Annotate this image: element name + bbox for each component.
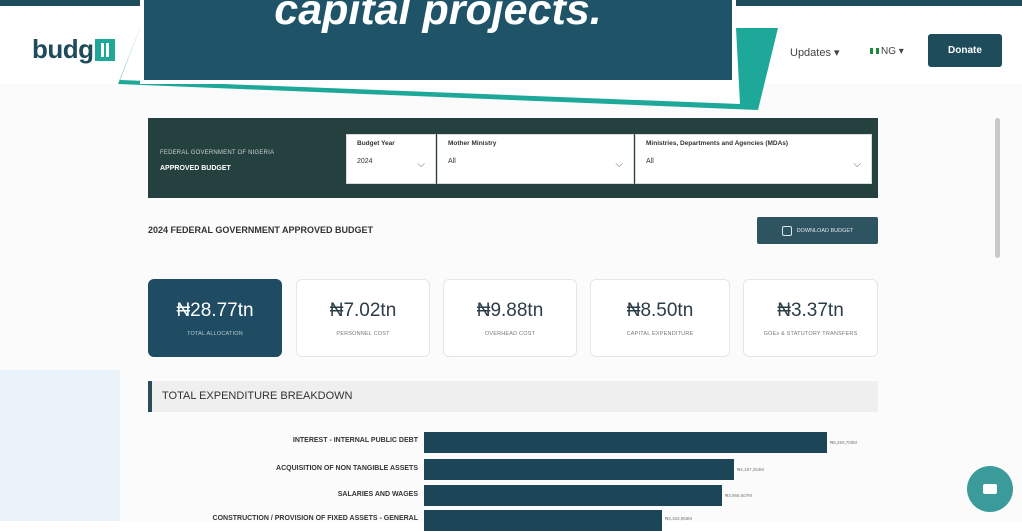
budget-year-label: Budget Year [357, 140, 395, 147]
banner-caption: capital projects. [274, 0, 602, 34]
budget-year-select[interactable]: Budget Year 2024 ⌵ [346, 134, 436, 184]
chevron-down-icon: ⌵ [853, 159, 861, 170]
breakdown-row-label: ACQUISITION OF NON TANGIBLE ASSETS [276, 465, 418, 472]
download-icon [781, 225, 792, 236]
breakdown-bar[interactable] [424, 459, 734, 480]
page-title: 2024 FEDERAL GOVERNMENT APPROVED BUDGET [148, 225, 374, 235]
nav-item-updates[interactable]: Updates ▾ [790, 46, 840, 59]
chevron-down-icon: ⌵ [417, 159, 425, 170]
mother-ministry-label: Mother Ministry [448, 140, 497, 147]
breakdown-bar-value: ₦3,183,956M [665, 516, 693, 521]
budget-filter-bar: FEDERAL GOVERNMENT OF NIGERIA APPROVED B… [148, 118, 878, 198]
filter-heading-government: FEDERAL GOVERNMENT OF NIGERIA [160, 150, 275, 156]
mdas-value: All [646, 158, 654, 165]
stat-amount: ₦28.77tn [176, 300, 254, 321]
download-budget-button[interactable]: DOWNLOAD BUDGET [757, 217, 878, 244]
breakdown-row-label: SALARIES AND WAGES [337, 491, 418, 498]
breakdown-title: TOTAL EXPENDITURE BREAKDOWN [162, 390, 353, 402]
stat-card-overhead-cost[interactable]: ₦9.88tn OVERHEAD COST [443, 279, 577, 357]
mother-ministry-select[interactable]: Mother Ministry All ⌵ [437, 134, 634, 184]
stat-card-goes-transfers[interactable]: ₦3.37tn GOEs & STATUTORY TRANSFERS [743, 279, 878, 357]
download-budget-label: DOWNLOAD BUDGET [796, 227, 854, 234]
stat-caption: CAPITAL EXPENDITURE [626, 331, 694, 337]
stat-caption: TOTAL ALLOCATION [187, 331, 243, 337]
mother-ministry-value: All [448, 158, 456, 165]
stat-caption: OVERHEAD COST [484, 331, 536, 337]
breakdown-bar-value: ₦4,187,253M [737, 467, 765, 472]
breakdown-bar-value: ₦5,293,700M [830, 440, 858, 445]
stat-amount: ₦8.50tn [626, 300, 694, 321]
stat-caption: GOEs & STATUTORY TRANSFERS [763, 331, 858, 337]
stat-caption: PERSONNEL COST [336, 331, 390, 337]
chevron-down-icon: ⌵ [615, 159, 623, 170]
stat-amount: ₦7.02tn [329, 300, 397, 321]
stat-card-capital-expenditure[interactable]: ₦8.50tn CAPITAL EXPENDITURE [590, 279, 730, 357]
breakdown-header: TOTAL EXPENDITURE BREAKDOWN [148, 381, 878, 412]
logo-mark-icon [94, 39, 115, 61]
country-label: NG ▾ [881, 46, 904, 57]
logo-text: budg [32, 34, 94, 64]
stat-amount: ₦9.88tn [476, 300, 544, 321]
chat-button[interactable] [967, 466, 1013, 512]
country-selector[interactable]: NG ▾ [870, 46, 904, 57]
mdas-label: Ministries, Departments and Agencies (MD… [646, 140, 789, 147]
speech-banner: capital projects. [140, 0, 736, 84]
filter-heading-approved: APPROVED BUDGET [160, 165, 231, 172]
donate-button[interactable]: Donate [928, 34, 1002, 67]
breakdown-bar-value: ₦3,966,607M [725, 493, 753, 498]
breakdown-row-label: INTEREST - INTERNAL PUBLIC DEBT [292, 437, 418, 444]
stat-amount: ₦3.37tn [777, 300, 844, 321]
chat-bubble-icon [983, 484, 997, 494]
budget-year-value: 2024 [357, 158, 373, 165]
stat-card-personnel-cost[interactable]: ₦7.02tn PERSONNEL COST [296, 279, 430, 357]
budgit-logo[interactable]: budg [32, 34, 115, 65]
side-decoration [0, 370, 120, 521]
breakdown-bar[interactable] [424, 485, 722, 506]
breakdown-bar[interactable] [424, 432, 827, 453]
stat-card-total-allocation[interactable]: ₦28.77tn TOTAL ALLOCATION [148, 279, 282, 357]
mdas-select[interactable]: Ministries, Departments and Agencies (MD… [635, 134, 872, 184]
nigeria-flag-icon [870, 48, 879, 54]
scrollbar-thumb[interactable] [995, 118, 1000, 258]
